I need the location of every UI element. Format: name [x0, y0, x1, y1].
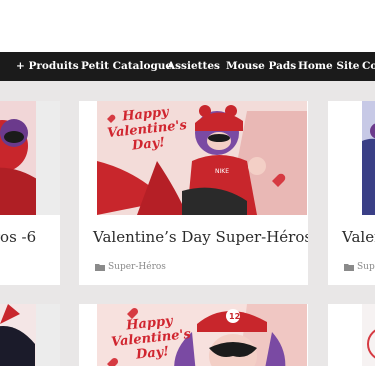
cap-number: 12	[229, 312, 240, 321]
product-category[interactable]: Super-Héros	[108, 262, 166, 272]
product-category[interactable]: Supe	[357, 262, 375, 272]
product-card[interactable]: Valen Supe	[328, 101, 375, 285]
product-image[interactable]	[362, 101, 375, 215]
main-nav-bar: + Produits Petit Catalogue Assiettes Mou…	[0, 52, 375, 81]
product-title[interactable]: éros -6	[0, 228, 36, 246]
product-image[interactable]	[0, 101, 60, 215]
product-image[interactable]	[0, 304, 60, 366]
nav-item-assiettes[interactable]: Assiettes	[167, 52, 220, 81]
product-card[interactable]: NIKE Happy Valentine's Day! Valentine’s …	[79, 101, 308, 285]
product-card[interactable]	[0, 304, 60, 366]
nav-item-home-site[interactable]: Home Site	[298, 52, 359, 81]
artwork-caption: Happy Valentine's Day!	[110, 313, 192, 363]
product-image[interactable]: NIKE Happy Valentine's Day!	[97, 101, 307, 215]
product-grid: éros -6 NIKE	[0, 81, 375, 366]
cap-logo-text: NIKE	[215, 168, 229, 175]
product-card[interactable]	[328, 304, 375, 366]
product-image[interactable]: 12 Happy Valentine's Day!	[97, 304, 307, 366]
artwork-caption: Happy Valentine's Day!	[106, 104, 188, 154]
folder-icon	[95, 264, 105, 271]
nav-item-contact[interactable]: Co	[362, 52, 375, 81]
top-header-bar	[0, 0, 375, 52]
product-card[interactable]: 12 Happy Valentine's Day!	[79, 304, 308, 366]
product-title[interactable]: Valentine’s Day Super-Héros -5	[93, 228, 308, 246]
nav-item-mouse-pads[interactable]: Mouse Pads	[226, 52, 296, 81]
nav-item-produits[interactable]: + Produits	[16, 52, 79, 81]
folder-icon	[344, 264, 354, 271]
product-card[interactable]: éros -6	[0, 101, 60, 285]
product-image[interactable]	[362, 304, 375, 366]
nav-item-petit-catalogue[interactable]: Petit Catalogue	[81, 52, 172, 81]
product-title[interactable]: Valen	[342, 228, 375, 246]
